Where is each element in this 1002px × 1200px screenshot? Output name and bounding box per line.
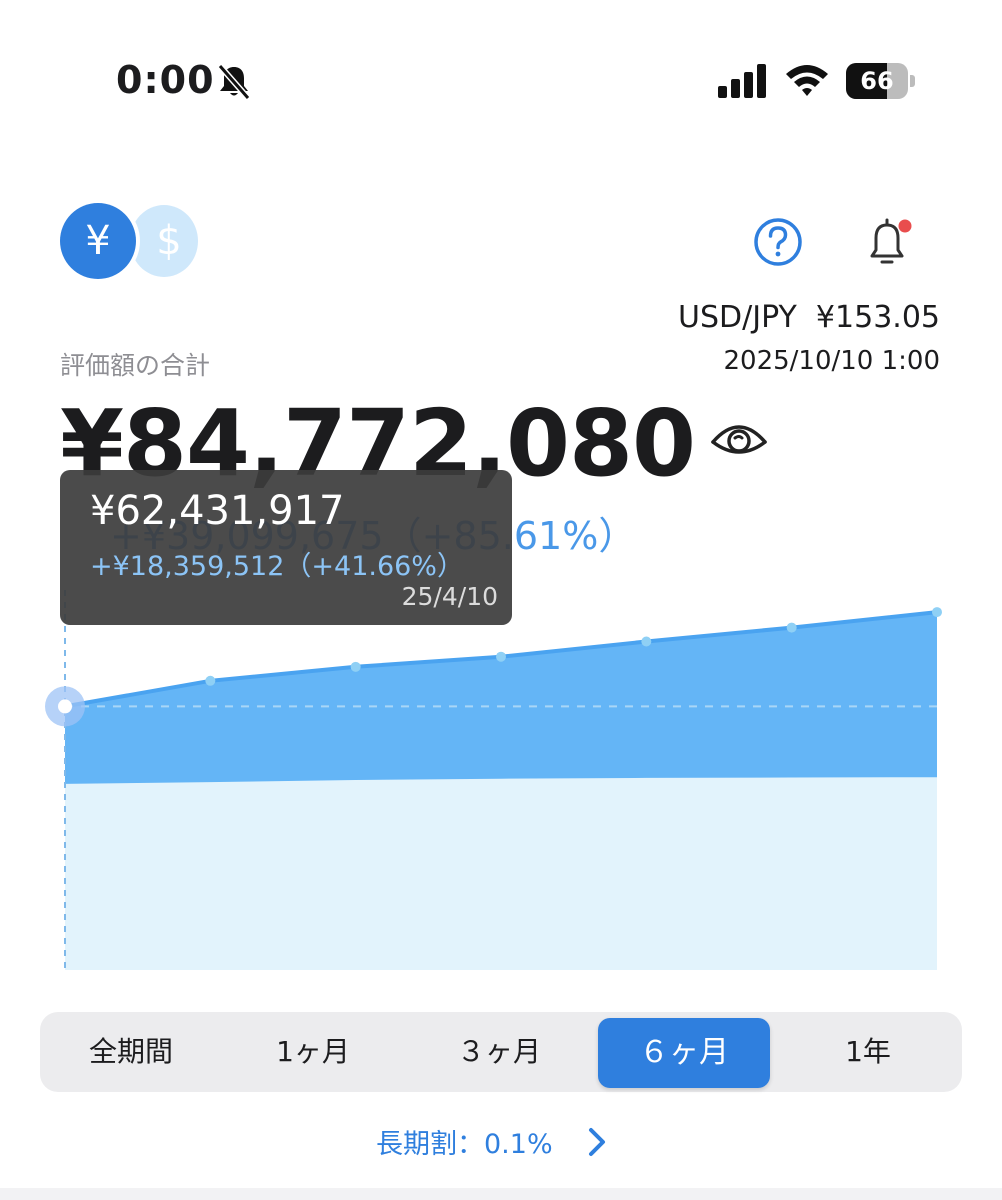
long-term-discount-link[interactable]: 長期割：0.1% bbox=[376, 1122, 553, 1161]
tooltip-gain: +¥18,359,512（+41.66%） bbox=[90, 551, 464, 582]
status-time: 0:00 bbox=[116, 58, 215, 102]
tab-6-months[interactable]: ６ヶ月 bbox=[598, 1018, 770, 1088]
wifi-icon bbox=[784, 62, 830, 98]
tab-3-months[interactable]: ３ヶ月 bbox=[404, 1012, 594, 1092]
fx-rate-timestamp: 2025/10/10 1:00 bbox=[723, 346, 940, 376]
dollar-icon: $ bbox=[156, 218, 182, 264]
battery-level: 66 bbox=[860, 67, 894, 95]
tab-1-year[interactable]: 1年 bbox=[774, 1012, 962, 1092]
fx-rate: USD/JPY ¥153.05 bbox=[678, 300, 940, 335]
eye-visibility-icon[interactable] bbox=[710, 420, 768, 460]
bottom-divider bbox=[0, 1188, 1002, 1200]
chart-tooltip: ¥62,431,917 +¥18,359,512（+41.66%） 25/4/1… bbox=[60, 470, 512, 625]
portfolio-chart[interactable] bbox=[40, 590, 950, 990]
chart-point bbox=[350, 661, 361, 672]
help-icon[interactable] bbox=[752, 216, 804, 268]
tab-all-period[interactable]: 全期間 bbox=[40, 1012, 222, 1092]
notification-bell-icon[interactable] bbox=[858, 212, 920, 272]
currency-jpy-button[interactable]: ¥ bbox=[60, 203, 136, 279]
tab-1-month[interactable]: 1ヶ月 bbox=[222, 1012, 404, 1092]
tooltip-value: ¥62,431,917 bbox=[90, 488, 345, 534]
chart-point bbox=[932, 607, 942, 618]
yen-icon: ¥ bbox=[85, 218, 111, 264]
chart-point bbox=[786, 622, 797, 633]
chart-point bbox=[641, 636, 652, 647]
cursor-point bbox=[58, 699, 72, 714]
chart-point bbox=[205, 675, 216, 686]
currency-usd-button[interactable]: $ bbox=[130, 205, 198, 277]
chevron-right-icon[interactable] bbox=[584, 1124, 610, 1160]
silent-mode-bell-icon bbox=[214, 62, 254, 102]
principal-area bbox=[65, 777, 937, 970]
period-selector: 全期間 1ヶ月 ３ヶ月 ６ヶ月 1年 bbox=[40, 1012, 962, 1092]
chart-point bbox=[496, 651, 506, 662]
total-value-label: 評価額の合計 bbox=[60, 351, 211, 380]
cellular-signal-icon bbox=[718, 64, 768, 98]
tooltip-date: 25/4/10 bbox=[401, 582, 498, 611]
notification-badge bbox=[898, 219, 912, 233]
battery-icon: 66 bbox=[846, 63, 916, 99]
